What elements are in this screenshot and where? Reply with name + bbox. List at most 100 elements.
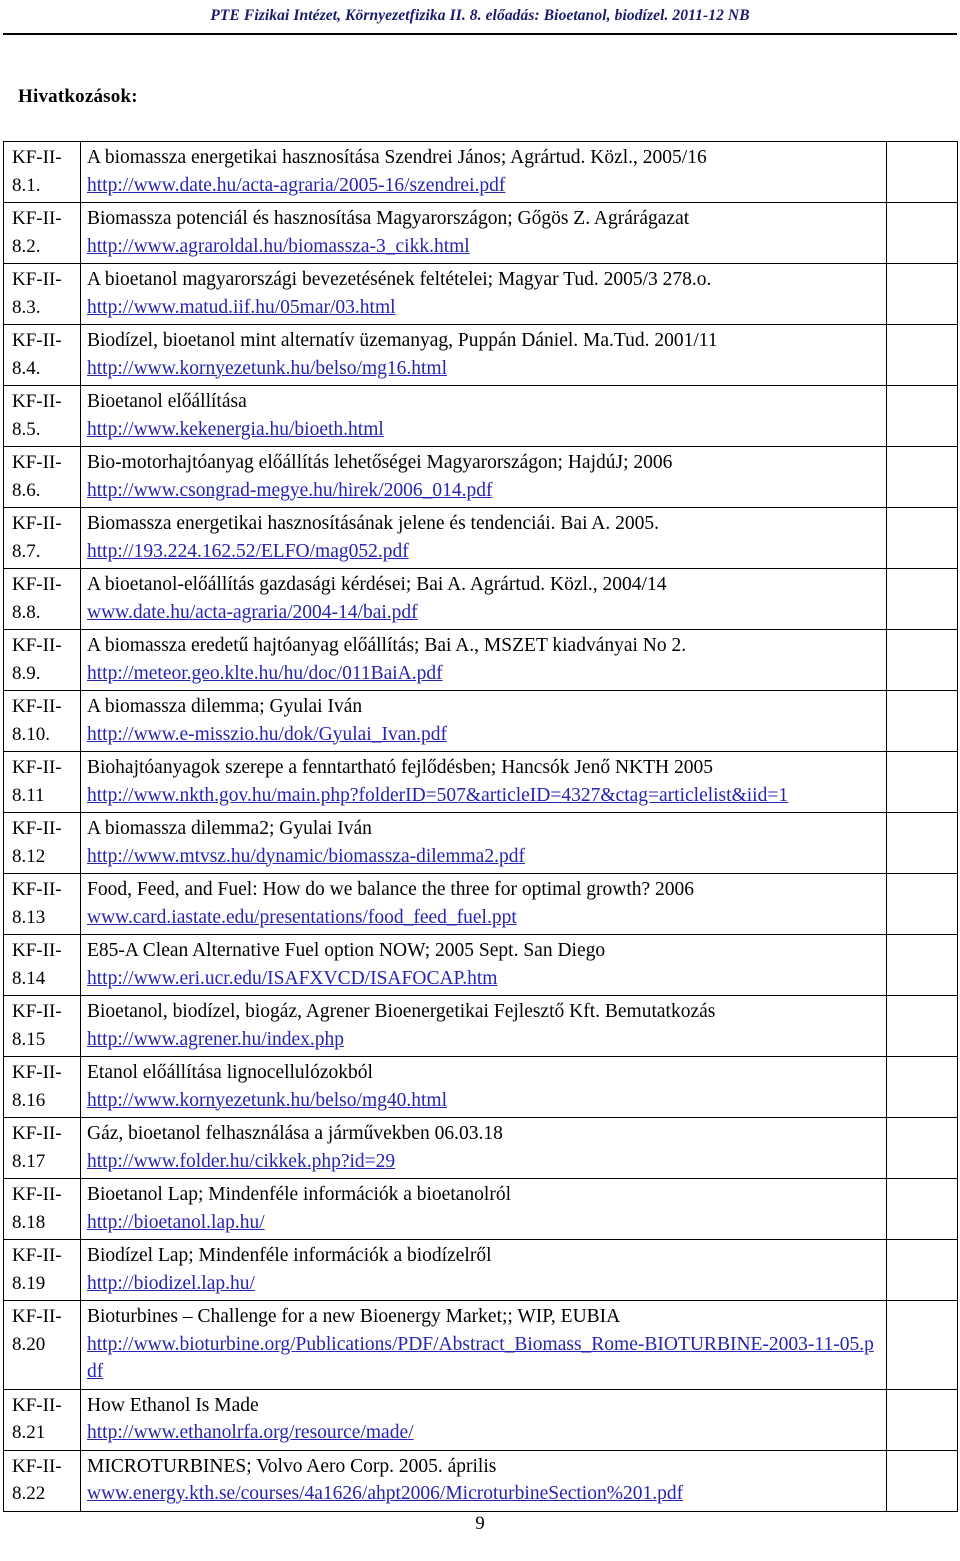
reference-id-prefix: KF-II- bbox=[12, 1184, 62, 1205]
reference-id-number: 8.4. bbox=[12, 357, 41, 379]
reference-note-cell bbox=[886, 1056, 958, 1118]
reference-title: A biomassza eredetű hajtóanyag előállítá… bbox=[87, 635, 687, 656]
reference-content-cell: Biodízel, bioetanol mint alternatív üzem… bbox=[80, 324, 887, 386]
reference-id-number: 8.8. bbox=[12, 601, 41, 623]
reference-note-cell bbox=[886, 1239, 958, 1301]
reference-content-cell: Biohajtóanyagok szerepe a fenntartható f… bbox=[80, 751, 887, 813]
reference-content-cell: A biomassza energetikai hasznosítása Sze… bbox=[80, 141, 887, 203]
reference-id-cell: KF-II- 8.7. bbox=[3, 507, 81, 569]
reference-url-link[interactable]: http://www.kornyezetunk.hu/belso/mg16.ht… bbox=[87, 355, 882, 383]
reference-id-prefix: KF-II- bbox=[12, 269, 62, 290]
table-row: KF-II- 8.19 Biodízel Lap; Mindenféle infor… bbox=[3, 1239, 958, 1301]
reference-id-cell: KF-II- 8.15 bbox=[3, 995, 81, 1057]
table-row: KF-II- 8.1. A biomassza energetikai haszno… bbox=[3, 141, 958, 203]
reference-note-cell bbox=[886, 324, 958, 386]
reference-url-link[interactable]: http://www.eri.ucr.edu/ISAFXVCD/ISAFOCAP… bbox=[87, 965, 882, 993]
reference-id-number: 8.15 bbox=[12, 1028, 46, 1050]
reference-id-cell: KF-II- 8.4. bbox=[3, 324, 81, 386]
reference-id-number: 8.6. bbox=[12, 479, 41, 501]
reference-url-link[interactable]: www.card.iastate.edu/presentations/food_… bbox=[87, 904, 882, 932]
reference-url-link[interactable]: http://www.kornyezetunk.hu/belso/mg40.ht… bbox=[87, 1087, 882, 1115]
reference-url-link[interactable]: http://www.kekenergia.hu/bioeth.html bbox=[87, 416, 882, 444]
reference-id-cell: KF-II- 8.9. bbox=[3, 629, 81, 691]
reference-url-link[interactable]: http://www.csongrad-megye.hu/hirek/2006_… bbox=[87, 477, 882, 505]
reference-id-number: 8.10. bbox=[12, 723, 50, 745]
reference-content-cell: E85-A Clean Alternative Fuel option NOW;… bbox=[80, 934, 887, 996]
reference-id-prefix: KF-II- bbox=[12, 757, 62, 778]
reference-title: Bioetanol Lap; Mindenféle információk a … bbox=[87, 1184, 511, 1205]
reference-note-cell bbox=[886, 873, 958, 935]
reference-id-prefix: KF-II- bbox=[12, 208, 62, 229]
reference-url-link[interactable]: http://www.agrener.hu/index.php bbox=[87, 1026, 882, 1054]
reference-url-link[interactable]: http://bioetanol.lap.hu/ bbox=[87, 1209, 882, 1237]
reference-id-cell: KF-II- 8.19 bbox=[3, 1239, 81, 1301]
reference-content-cell: MICROTURBINES; Volvo Aero Corp. 2005. áp… bbox=[80, 1449, 887, 1512]
reference-id-cell: KF-II- 8.10. bbox=[3, 690, 81, 752]
reference-id-prefix: KF-II- bbox=[12, 879, 62, 900]
reference-id-prefix: KF-II- bbox=[12, 1001, 62, 1022]
reference-url-link[interactable]: http://www.ethanolrfa.org/resource/made/ bbox=[87, 1419, 882, 1447]
reference-id-prefix: KF-II- bbox=[12, 1062, 62, 1083]
table-row: KF-II- 8.17 Gáz, bioetanol felhasználása a… bbox=[3, 1117, 958, 1179]
reference-url-link[interactable]: http://meteor.geo.klte.hu/hu/doc/011BaiA… bbox=[87, 660, 882, 688]
reference-content-cell: How Ethanol Is Made http://www.ethanolrfa… bbox=[80, 1388, 887, 1451]
reference-id-number: 8.19 bbox=[12, 1272, 46, 1294]
reference-url-link[interactable]: www.energy.kth.se/courses/4a1626/ahpt200… bbox=[87, 1480, 882, 1508]
reference-url-link[interactable]: http://www.folder.hu/cikkek.php?id=29 bbox=[87, 1148, 882, 1176]
reference-url-link[interactable]: http://biodizel.lap.hu/ bbox=[87, 1270, 882, 1298]
reference-id-prefix: KF-II- bbox=[12, 696, 62, 717]
reference-id-cell: KF-II- 8.20 bbox=[3, 1300, 81, 1390]
reference-url-link[interactable]: http://www.mtvsz.hu/dynamic/biomassza-di… bbox=[87, 843, 882, 871]
reference-note-cell bbox=[886, 1449, 958, 1512]
reference-title: Food, Feed, and Fuel: How do we balance … bbox=[87, 879, 695, 900]
reference-content-cell: A biomassza dilemma2; Gyulai Iván http://… bbox=[80, 812, 887, 874]
reference-url-link[interactable]: http://193.224.162.52/ELFO/mag052.pdf bbox=[87, 538, 882, 566]
reference-title: Biohajtóanyagok szerepe a fenntartható f… bbox=[87, 757, 713, 778]
table-row: KF-II- 8.13 Food, Feed, and Fuel: How do w… bbox=[3, 873, 958, 935]
reference-id-number: 8.13 bbox=[12, 906, 46, 928]
reference-note-cell bbox=[886, 141, 958, 203]
reference-id-number: 8.5. bbox=[12, 418, 41, 440]
reference-url-link[interactable]: www.date.hu/acta-agraria/2004-14/bai.pdf bbox=[87, 599, 882, 627]
reference-id-number: 8.9. bbox=[12, 662, 41, 684]
reference-url-link[interactable]: http://www.bioturbine.org/Publications/P… bbox=[87, 1331, 882, 1386]
reference-note-cell bbox=[886, 1117, 958, 1179]
reference-note-cell bbox=[886, 995, 958, 1057]
reference-note-cell bbox=[886, 934, 958, 996]
reference-content-cell: Bio-motorhajtóanyag előállítás lehetőség… bbox=[80, 446, 887, 508]
reference-content-cell: A biomassza dilemma; Gyulai Iván http://w… bbox=[80, 690, 887, 752]
reference-id-number: 8.12 bbox=[12, 845, 46, 867]
reference-note-cell bbox=[886, 507, 958, 569]
table-row: KF-II- 8.2. Biomassza potenciál és hasznos… bbox=[3, 202, 958, 264]
table-row: KF-II- 8.11 Biohajtóanyagok szerepe a fenn… bbox=[3, 751, 958, 813]
reference-id-number: 8.17 bbox=[12, 1150, 46, 1172]
reference-url-link[interactable]: http://www.date.hu/acta-agraria/2005-16/… bbox=[87, 172, 882, 200]
reference-id-cell: KF-II- 8.22 bbox=[3, 1449, 81, 1512]
reference-url-link[interactable]: http://www.matud.iif.hu/05mar/03.html bbox=[87, 294, 882, 322]
reference-url-link[interactable]: http://www.e-misszio.hu/dok/Gyulai_Ivan.… bbox=[87, 721, 882, 749]
reference-content-cell: Bioetanol, biodízel, biogáz, Agrener Bio… bbox=[80, 995, 887, 1057]
reference-title: Biodízel Lap; Mindenféle információk a b… bbox=[87, 1245, 492, 1266]
reference-title: Bioetanol, biodízel, biogáz, Agrener Bio… bbox=[87, 1001, 716, 1022]
reference-id-number: 8.14 bbox=[12, 967, 46, 989]
reference-title: Gáz, bioetanol felhasználása a járművekb… bbox=[87, 1123, 503, 1144]
reference-id-number: 8.7. bbox=[12, 540, 41, 562]
reference-title: A bioetanol magyarországi bevezetésének … bbox=[87, 269, 712, 290]
reference-id-number: 8.20 bbox=[12, 1333, 46, 1355]
reference-note-cell bbox=[886, 751, 958, 813]
reference-title: Bio-motorhajtóanyag előállítás lehetőség… bbox=[87, 452, 673, 473]
table-row: KF-II- 8.7. Biomassza energetikai hasznosí… bbox=[3, 507, 958, 569]
table-row: KF-II- 8.9. A biomassza eredetű hajtóanyag… bbox=[3, 629, 958, 691]
reference-id-cell: KF-II- 8.5. bbox=[3, 385, 81, 447]
reference-id-number: 8.18 bbox=[12, 1211, 46, 1233]
reference-id-cell: KF-II- 8.12 bbox=[3, 812, 81, 874]
reference-note-cell bbox=[886, 568, 958, 630]
reference-id-cell: KF-II- 8.3. bbox=[3, 263, 81, 325]
reference-id-cell: KF-II- 8.18 bbox=[3, 1178, 81, 1240]
table-row: KF-II- 8.3. A bioetanol magyarországi beve… bbox=[3, 263, 958, 325]
reference-url-link[interactable]: http://www.nkth.gov.hu/main.php?folderID… bbox=[87, 782, 882, 810]
reference-id-cell: KF-II- 8.2. bbox=[3, 202, 81, 264]
running-header-title: PTE Fizikai Intézet, Környezetfizika II.… bbox=[210, 7, 750, 24]
reference-url-link[interactable]: http://www.agraroldal.hu/biomassza-3_cik… bbox=[87, 233, 882, 261]
table-row: KF-II- 8.6. Bio-motorhajtóanyag előállítás… bbox=[3, 446, 958, 508]
